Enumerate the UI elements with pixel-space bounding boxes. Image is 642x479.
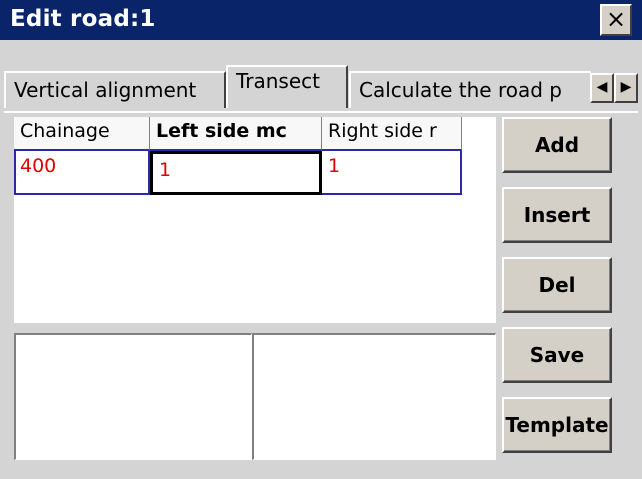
table-cell-chainage[interactable]: 400 [14,151,150,195]
template-button[interactable]: Template [502,397,612,453]
del-button[interactable]: Del [502,257,612,313]
close-button[interactable]: × [600,4,632,36]
arrow-right-icon: ▶ [620,79,632,95]
insert-button[interactable]: Insert [502,187,612,243]
tab-scroll-right-button[interactable]: ▶ [614,73,638,103]
title-bar: Edit road:1 × [0,0,642,40]
tab-calculate-road[interactable]: Calculate the road p [349,71,591,108]
tab-strip: Vertical alignment Transect Calculate th… [0,40,642,108]
arrow-left-icon: ◀ [596,79,608,95]
add-button[interactable]: Add [502,117,612,173]
tab-transect[interactable]: Transect [226,65,348,108]
table-cell-left-side-selected[interactable]: 1 [150,151,322,195]
column-header-chainage[interactable]: Chainage [14,117,150,151]
tab-vertical-alignment[interactable]: Vertical alignment [4,71,226,108]
grid-empty-area[interactable] [14,197,496,323]
tab-scroll-left-button[interactable]: ◀ [590,73,614,103]
edit-road-window: Edit road:1 × Vertical alignment Transec… [0,0,642,479]
close-icon: × [605,5,627,33]
preview-pane-right [252,333,496,460]
transect-grid[interactable]: Chainage Left side mc Right side r 400 1… [14,117,496,323]
save-button[interactable]: Save [502,327,612,383]
preview-pane-left [14,333,252,460]
window-title: Edit road:1 [10,6,156,32]
table-cell-right-side[interactable]: 1 [322,151,462,195]
column-header-right-side[interactable]: Right side r [322,117,462,151]
tab-panel-edge [4,111,638,113]
column-header-left-side[interactable]: Left side mc [150,117,322,151]
